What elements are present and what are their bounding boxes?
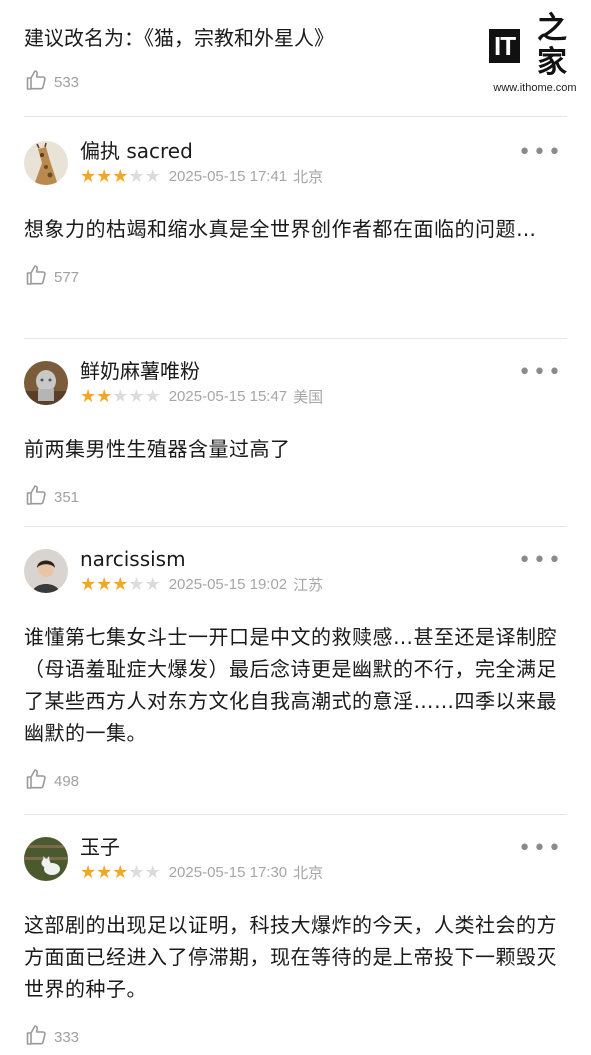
divider bbox=[24, 526, 567, 527]
star-rating: ★ ★ ★ ★ ★ bbox=[80, 573, 161, 595]
divider bbox=[24, 338, 567, 339]
divider bbox=[24, 814, 567, 815]
like-button[interactable]: 333 bbox=[24, 1023, 567, 1051]
star-filled-icon: ★ bbox=[96, 573, 113, 595]
like-button[interactable]: 498 bbox=[24, 767, 567, 795]
star-empty-icon: ★ bbox=[112, 385, 129, 407]
like-count: 533 bbox=[54, 73, 80, 91]
star-empty-icon: ★ bbox=[144, 573, 161, 595]
timestamp: 2025-05-15 17:41 bbox=[168, 168, 288, 185]
location: 江苏 bbox=[293, 577, 324, 594]
star-rating: ★ ★ ★ ★ ★ bbox=[80, 861, 161, 883]
more-options-icon[interactable]: ••• bbox=[518, 550, 563, 572]
logo-it-mark: IT bbox=[489, 29, 521, 63]
star-filled-icon: ★ bbox=[80, 165, 97, 187]
avatar[interactable] bbox=[24, 549, 68, 593]
thumbs-up-icon bbox=[24, 68, 48, 96]
star-filled-icon: ★ bbox=[96, 861, 113, 883]
divider bbox=[24, 116, 567, 117]
logo-zh-mark: 之家 bbox=[537, 11, 568, 80]
review-card: 鲜奶麻薯唯粉 ★ ★ ★ ★ ★ 2025-05-15 15:47 美国 ••• 前两集… bbox=[24, 358, 567, 511]
review-card: 偏执 sacred ★ ★ ★ ★ ★ 2025-05-15 17:41 北京 ••• … bbox=[24, 138, 567, 291]
giraffe-avatar-icon bbox=[24, 141, 68, 185]
review-card: narcissism ★ ★ ★ ★ ★ 2025-05-15 19:02 江苏 •••… bbox=[24, 546, 567, 795]
like-count: 333 bbox=[54, 1028, 80, 1046]
comment-feed: IT 之家 www.ithome.com 建议改名为：《猫，宗教和外星人》 53… bbox=[0, 0, 591, 1055]
review-text: 这部剧的出现足以证明，科技大爆炸的今天，人类社会的方方面面已经进入了停滞期，现在… bbox=[24, 913, 557, 1001]
star-rating: ★ ★ ★ ★ ★ bbox=[80, 385, 161, 407]
star-filled-icon: ★ bbox=[80, 861, 97, 883]
statue-avatar-icon bbox=[24, 361, 68, 405]
location: 北京 bbox=[293, 865, 324, 882]
review-card: 玉子 ★ ★ ★ ★ ★ 2025-05-15 17:30 北京 ••• 这部剧的出现足… bbox=[24, 834, 567, 1051]
username[interactable]: 偏执 sacred bbox=[80, 138, 567, 164]
star-filled-icon: ★ bbox=[112, 573, 129, 595]
username[interactable]: narcissism bbox=[80, 546, 567, 572]
thumbs-up-icon bbox=[24, 767, 48, 795]
star-filled-icon: ★ bbox=[80, 385, 97, 407]
like-button[interactable]: 533 bbox=[24, 68, 484, 96]
thumbs-up-icon bbox=[24, 1023, 48, 1051]
star-empty-icon: ★ bbox=[144, 385, 161, 407]
avatar[interactable] bbox=[24, 837, 68, 881]
more-options-icon[interactable]: ••• bbox=[518, 362, 563, 384]
comment-text: 建议改名为：《猫，宗教和外星人》 bbox=[24, 26, 334, 50]
like-count: 351 bbox=[54, 488, 80, 506]
star-empty-icon: ★ bbox=[128, 165, 145, 187]
like-button[interactable]: 577 bbox=[24, 263, 567, 291]
thumbs-up-icon bbox=[24, 483, 48, 511]
review-text: 谁懂第七集女斗士一开口是中文的救赎感…甚至还是译制腔（母语羞耻症大爆发）最后念诗… bbox=[24, 625, 557, 745]
thumbs-up-icon bbox=[24, 263, 48, 291]
star-filled-icon: ★ bbox=[96, 165, 113, 187]
portrait-avatar-icon bbox=[24, 549, 68, 593]
like-count: 577 bbox=[54, 268, 80, 286]
ithome-watermark-logo: IT 之家 www.ithome.com bbox=[489, 12, 581, 94]
star-filled-icon: ★ bbox=[112, 165, 129, 187]
review-text: 想象力的枯竭和缩水真是全世界创作者都在面临的问题… bbox=[24, 217, 537, 241]
star-empty-icon: ★ bbox=[128, 573, 145, 595]
star-filled-icon: ★ bbox=[96, 385, 113, 407]
avatar[interactable] bbox=[24, 361, 68, 405]
timestamp: 2025-05-15 19:02 bbox=[168, 576, 288, 593]
location: 美国 bbox=[293, 389, 324, 406]
logo-url: www.ithome.com bbox=[493, 82, 577, 94]
star-empty-icon: ★ bbox=[128, 861, 145, 883]
star-filled-icon: ★ bbox=[112, 861, 129, 883]
username[interactable]: 鲜奶麻薯唯粉 bbox=[80, 358, 567, 384]
star-filled-icon: ★ bbox=[80, 573, 97, 595]
cat-avatar-icon bbox=[24, 837, 68, 881]
more-options-icon[interactable]: ••• bbox=[518, 838, 563, 860]
star-rating: ★ ★ ★ ★ ★ bbox=[80, 165, 161, 187]
star-empty-icon: ★ bbox=[144, 861, 161, 883]
like-button[interactable]: 351 bbox=[24, 483, 567, 511]
like-count: 498 bbox=[54, 772, 80, 790]
review-text: 前两集男性生殖器含量过高了 bbox=[24, 437, 291, 461]
timestamp: 2025-05-15 17:30 bbox=[168, 864, 288, 881]
timestamp: 2025-05-15 15:47 bbox=[168, 388, 288, 405]
more-options-icon[interactable]: ••• bbox=[518, 142, 563, 164]
star-empty-icon: ★ bbox=[144, 165, 161, 187]
star-empty-icon: ★ bbox=[128, 385, 145, 407]
username[interactable]: 玉子 bbox=[80, 834, 567, 860]
location: 北京 bbox=[293, 169, 324, 186]
avatar[interactable] bbox=[24, 141, 68, 185]
top-comment: 建议改名为：《猫，宗教和外星人》 533 bbox=[24, 22, 484, 96]
